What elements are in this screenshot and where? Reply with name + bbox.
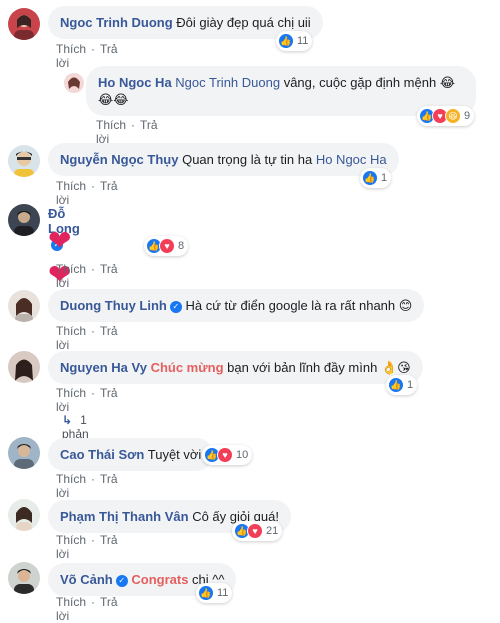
like-button[interactable]: Thích xyxy=(56,179,86,193)
reaction-summary[interactable]: 👍 ♥ 21 xyxy=(232,521,283,541)
comment-actions: Thích · Trả lời xyxy=(56,533,118,561)
comment-text: Tuyệt vời xyxy=(147,447,202,462)
comment-bubble: Nguyen Ha Vy Chúc mừng bạn với bản lĩnh … xyxy=(48,351,423,384)
love-reaction-icon: ♥ xyxy=(247,523,263,539)
reaction-count: 11 xyxy=(217,587,229,599)
reaction-summary[interactable]: 👍 ♥ 😆 9 xyxy=(417,106,475,126)
comment-text: Đôi giày đẹp quá chị uii xyxy=(176,15,311,30)
avatar[interactable] xyxy=(8,290,40,322)
like-button[interactable]: Thích xyxy=(56,386,86,400)
commenter-name[interactable]: Nguyen Ha Vy xyxy=(60,360,147,375)
comment-actions: Thích · Trả lời xyxy=(56,386,118,414)
comment-actions: Thích · Trả lời xyxy=(56,595,118,623)
highlighted-text: Congrats xyxy=(131,572,189,587)
reaction-summary[interactable]: 👍 1 xyxy=(386,375,418,395)
comment-actions: Thích · Trả lời xyxy=(56,324,118,352)
comment-bubble: Nguyễn Ngọc Thụy Quan trọng là tự tin ha… xyxy=(48,143,399,176)
comment-actions: Thích · Trả lời xyxy=(56,179,118,207)
reaction-summary[interactable]: 👍 11 xyxy=(276,31,313,51)
commenter-name[interactable]: Phạm Thị Thanh Vân xyxy=(60,509,189,524)
comment-bubble: Ho Ngoc Ha Ngoc Trinh Duong vâng, cuộc g… xyxy=(86,66,476,116)
commenter-name[interactable]: Cao Thái Sơn xyxy=(60,447,144,462)
smiling-emoji-icon: 😊 xyxy=(398,298,413,313)
comment-text: Quan trọng là tự tin ha xyxy=(182,152,313,167)
reply-arrow-icon: ↳ xyxy=(62,413,73,427)
highlighted-text: Chúc mừng xyxy=(150,360,224,375)
like-button[interactable]: Thích xyxy=(56,324,86,338)
avatar[interactable] xyxy=(8,499,40,531)
like-button[interactable]: Thích xyxy=(56,595,86,609)
kiss-emoji-icon: 😘 xyxy=(397,360,411,375)
like-button[interactable]: Thích xyxy=(56,42,86,56)
avatar[interactable] xyxy=(8,145,40,177)
comment-actions: Thích · Trả lời xyxy=(56,262,118,290)
reaction-summary[interactable]: 👍 ♥ 10 xyxy=(202,445,253,465)
comment-actions: Thích · Trả lời xyxy=(96,118,158,146)
avatar[interactable] xyxy=(64,73,84,93)
laughing-emoji-icon: 😂😂 xyxy=(98,92,129,107)
haha-reaction-icon: 😆 xyxy=(445,108,461,124)
mention-link[interactable]: Ngoc Trinh Duong xyxy=(175,75,280,90)
reaction-count: 11 xyxy=(297,35,309,47)
like-button[interactable]: Thích xyxy=(56,262,86,276)
commenter-name[interactable]: Ngoc Trinh Duong xyxy=(60,15,173,30)
reaction-count: 9 xyxy=(464,110,471,122)
comment-text: bạn với bản lĩnh đầy mình xyxy=(227,360,378,375)
commenter-name[interactable]: Duong Thuy Linh xyxy=(60,298,167,313)
verified-badge-icon: ✓ xyxy=(115,574,128,587)
avatar[interactable] xyxy=(8,562,40,594)
commenter-name[interactable]: Ho Ngoc Ha xyxy=(98,75,172,90)
comment-bubble: Cao Thái Sơn Tuyệt vời xyxy=(48,438,214,471)
comment-text: Hà cứ từ điển google là ra rất nhanh xyxy=(185,298,396,313)
mention-link[interactable]: Ho Ngoc Ha xyxy=(316,152,387,167)
like-button[interactable]: Thích xyxy=(56,472,86,486)
verified-badge-icon: ✓ xyxy=(169,300,182,313)
reaction-summary[interactable]: 👍 11 xyxy=(196,583,233,603)
like-reaction-icon: 👍 xyxy=(198,585,214,601)
laughing-emoji-icon: 😂 xyxy=(439,75,456,90)
love-reaction-icon: ♥ xyxy=(159,238,175,254)
commenter-name[interactable]: Nguyễn Ngọc Thụy xyxy=(60,152,178,167)
avatar[interactable] xyxy=(8,8,40,40)
like-button[interactable]: Thích xyxy=(96,118,126,132)
avatar[interactable] xyxy=(8,204,40,236)
like-button[interactable]: Thích xyxy=(56,533,86,547)
ok-hand-emoji-icon: 👌 xyxy=(380,360,398,375)
commenter-name[interactable]: Võ Cảnh xyxy=(60,572,113,587)
reaction-count: 10 xyxy=(236,449,249,461)
reaction-summary[interactable]: 👍 ♥ 8 xyxy=(144,236,189,256)
avatar[interactable] xyxy=(8,437,40,469)
comment-actions: Thích · Trả lời xyxy=(56,472,118,500)
like-reaction-icon: 👍 xyxy=(388,377,404,393)
love-reaction-icon: ♥ xyxy=(217,447,233,463)
reaction-count: 8 xyxy=(178,240,185,252)
comment-bubble: Duong Thuy Linh ✓ Hà cứ từ điển google là… xyxy=(48,289,425,322)
reaction-count: 1 xyxy=(381,172,388,184)
like-reaction-icon: 👍 xyxy=(362,170,378,186)
comment-text: vâng, cuộc gặp định mệnh xyxy=(283,75,437,90)
reaction-count: 21 xyxy=(266,525,279,537)
reaction-count: 1 xyxy=(407,379,414,391)
reaction-summary[interactable]: 👍 1 xyxy=(360,168,392,188)
avatar[interactable] xyxy=(8,351,40,383)
like-reaction-icon: 👍 xyxy=(278,33,294,49)
